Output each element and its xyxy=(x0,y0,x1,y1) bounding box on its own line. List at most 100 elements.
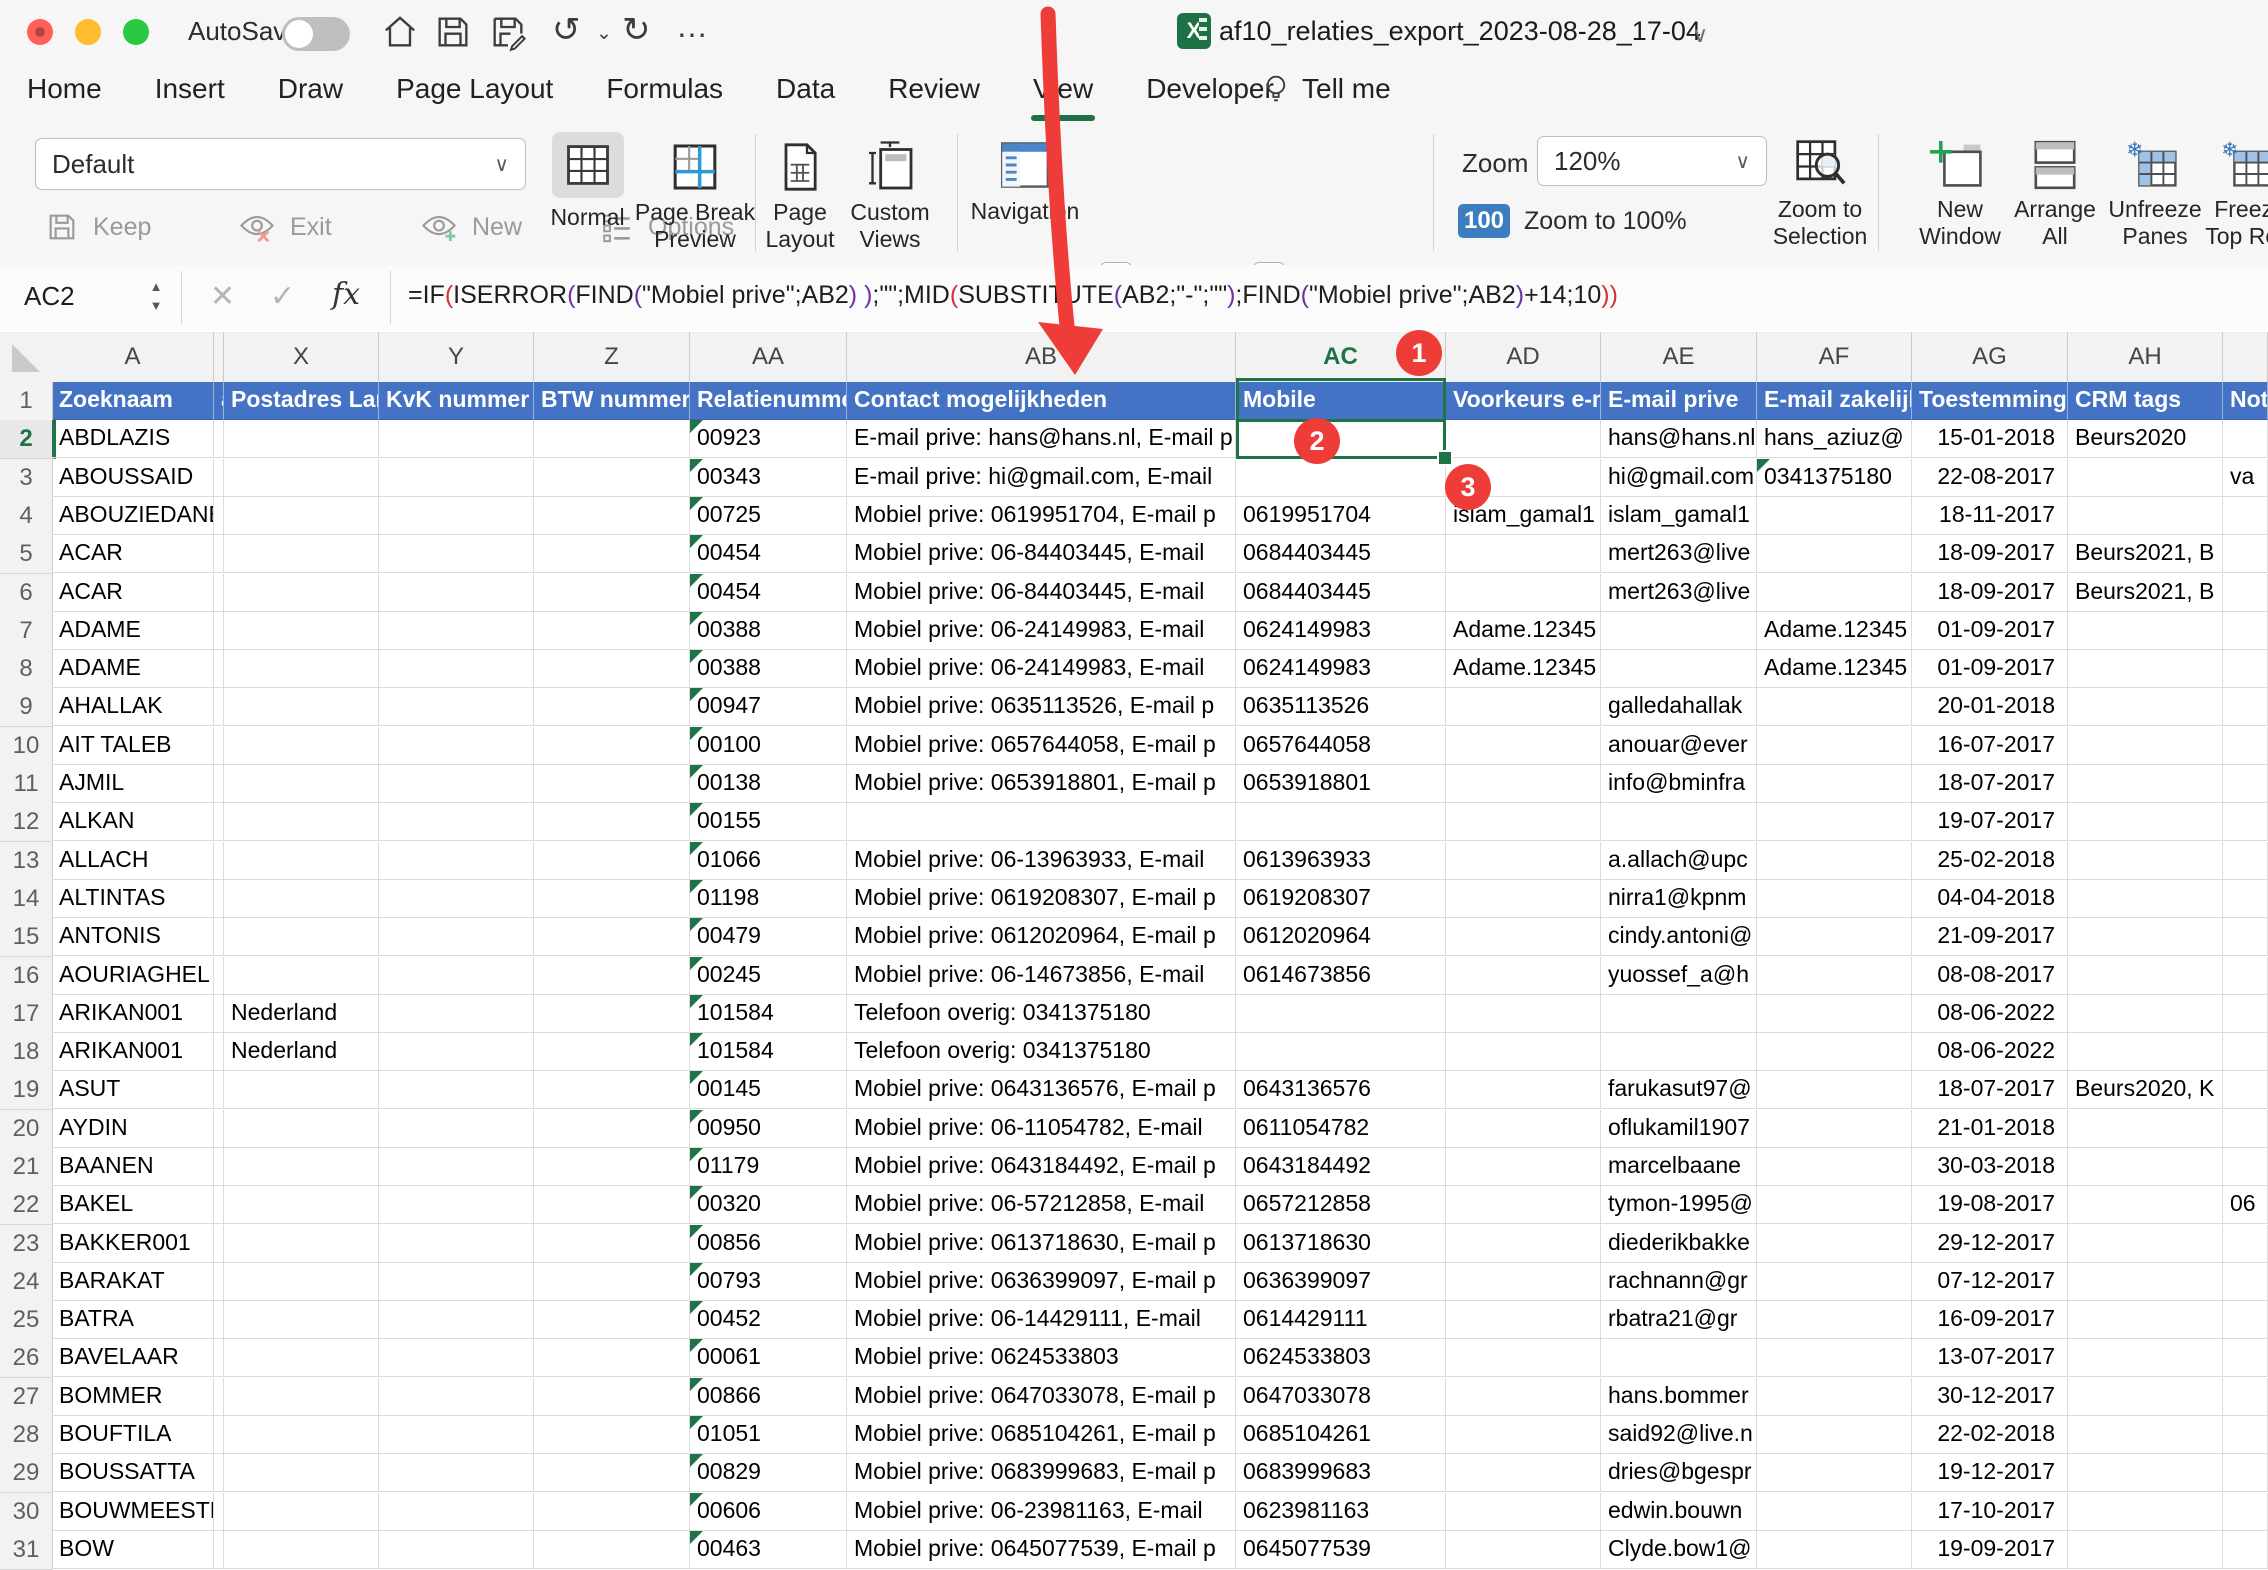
cell-AD25[interactable] xyxy=(1446,1301,1601,1339)
cell-AF27[interactable] xyxy=(1757,1378,1912,1416)
cell-AA9[interactable]: 00947 xyxy=(690,688,847,726)
cell-AA26[interactable]: 00061 xyxy=(690,1339,847,1377)
cell-AC9[interactable]: 0635113526 xyxy=(1236,688,1446,726)
cell-AF22[interactable] xyxy=(1757,1186,1912,1224)
cell-AA22[interactable]: 00320 xyxy=(690,1186,847,1224)
cell-Z26[interactable] xyxy=(534,1339,690,1377)
cell-Z28[interactable] xyxy=(534,1416,690,1454)
header-cell-hid1[interactable]: a xyxy=(214,382,224,420)
cell-AC16[interactable]: 0614673856 xyxy=(1236,957,1446,995)
cell-hid10[interactable] xyxy=(214,727,224,765)
cell-AE29[interactable]: dries@bgespr xyxy=(1601,1454,1757,1492)
autosave-toggle[interactable] xyxy=(282,17,350,51)
cell-AE21[interactable]: marcelbaane xyxy=(1601,1148,1757,1186)
cell-AG3[interactable]: 22-08-2017 xyxy=(1912,459,2068,497)
cell-Z3[interactable] xyxy=(534,459,690,497)
cell-AE19[interactable]: farukasut97@ xyxy=(1601,1071,1757,1109)
cell-AG22[interactable]: 19-08-2017 xyxy=(1912,1186,2068,1224)
cell-AF3[interactable]: 0341375180 xyxy=(1757,459,1912,497)
cell-AD10[interactable] xyxy=(1446,727,1601,765)
cell-A5[interactable]: ACAR xyxy=(52,535,214,573)
cell-hid23[interactable] xyxy=(214,1225,224,1263)
cell-AA17[interactable]: 101584 xyxy=(690,995,847,1033)
cell-AF8[interactable]: Adame.12345 xyxy=(1757,650,1912,688)
cell-AC15[interactable]: 0612020964 xyxy=(1236,918,1446,956)
cell-AA5[interactable]: 00454 xyxy=(690,535,847,573)
cell-AB23[interactable]: Mobiel prive: 0613718630, E-mail p xyxy=(847,1225,1236,1263)
title-chevron-down-icon[interactable]: ∨ xyxy=(1692,22,1708,48)
row-header-9[interactable]: 9 xyxy=(0,688,53,727)
cell-AD27[interactable] xyxy=(1446,1378,1601,1416)
cell-Z2[interactable] xyxy=(534,420,690,458)
cell-X24[interactable] xyxy=(224,1263,379,1301)
cell-AF18[interactable] xyxy=(1757,1033,1912,1071)
cell-A10[interactable]: AIT TALEB xyxy=(52,727,214,765)
cell-X15[interactable] xyxy=(224,918,379,956)
cell-AG20[interactable]: 21-01-2018 xyxy=(1912,1110,2068,1148)
cell-AA6[interactable]: 00454 xyxy=(690,574,847,612)
cell-AD18[interactable] xyxy=(1446,1033,1601,1071)
cell-AG18[interactable]: 08-06-2022 xyxy=(1912,1033,2068,1071)
cell-X14[interactable] xyxy=(224,880,379,918)
cell-XX21[interactable] xyxy=(2223,1148,2268,1186)
cell-X20[interactable] xyxy=(224,1110,379,1148)
cell-X26[interactable] xyxy=(224,1339,379,1377)
cell-AF25[interactable] xyxy=(1757,1301,1912,1339)
cell-AD29[interactable] xyxy=(1446,1454,1601,1492)
cell-AF28[interactable] xyxy=(1757,1416,1912,1454)
cell-Y3[interactable] xyxy=(379,459,534,497)
cell-XX19[interactable] xyxy=(2223,1071,2268,1109)
cell-AC4[interactable]: 0619951704 xyxy=(1236,497,1446,535)
cell-Y7[interactable] xyxy=(379,612,534,650)
cell-Y30[interactable] xyxy=(379,1493,534,1531)
cell-AC27[interactable]: 0647033078 xyxy=(1236,1378,1446,1416)
select-all-corner[interactable] xyxy=(0,332,53,383)
header-cell-AA1[interactable]: Relatienummer xyxy=(690,382,847,420)
row-header-12[interactable]: 12 xyxy=(0,803,53,842)
cell-A11[interactable]: AJMIL xyxy=(52,765,214,803)
header-cell-Z1[interactable]: BTW nummer xyxy=(534,382,690,420)
cell-X6[interactable] xyxy=(224,574,379,612)
cell-AD9[interactable] xyxy=(1446,688,1601,726)
cell-AC17[interactable] xyxy=(1236,995,1446,1033)
cell-A28[interactable]: BOUFTILA xyxy=(52,1416,214,1454)
cell-AC19[interactable]: 0643136576 xyxy=(1236,1071,1446,1109)
fullscreen-window-button[interactable] xyxy=(123,19,149,45)
row-header-24[interactable]: 24 xyxy=(0,1263,53,1302)
cell-X5[interactable] xyxy=(224,535,379,573)
header-cell-AF1[interactable]: E-mail zakelijk xyxy=(1757,382,1912,420)
cell-X30[interactable] xyxy=(224,1493,379,1531)
cell-AE9[interactable]: galledahallak xyxy=(1601,688,1757,726)
cell-AG16[interactable]: 08-08-2017 xyxy=(1912,957,2068,995)
cell-Z31[interactable] xyxy=(534,1531,690,1569)
cell-AF2[interactable]: hans_aziuz@ xyxy=(1757,420,1912,458)
cell-XX7[interactable] xyxy=(2223,612,2268,650)
cell-AB24[interactable]: Mobiel prive: 0636399097, E-mail p xyxy=(847,1263,1236,1301)
cell-AH24[interactable] xyxy=(2068,1263,2223,1301)
cell-hid24[interactable] xyxy=(214,1263,224,1301)
cell-AB29[interactable]: Mobiel prive: 0683999683, E-mail p xyxy=(847,1454,1236,1492)
cell-AF30[interactable] xyxy=(1757,1493,1912,1531)
column-header-X[interactable]: X xyxy=(224,332,379,383)
cell-A6[interactable]: ACAR xyxy=(52,574,214,612)
cell-AH27[interactable] xyxy=(2068,1378,2223,1416)
cell-Y12[interactable] xyxy=(379,803,534,841)
cell-A9[interactable]: AHALLAK xyxy=(52,688,214,726)
cell-A26[interactable]: BAVELAAR xyxy=(52,1339,214,1377)
row-header-4[interactable]: 4 xyxy=(0,497,53,536)
cell-AH9[interactable] xyxy=(2068,688,2223,726)
cell-AG5[interactable]: 18-09-2017 xyxy=(1912,535,2068,573)
cell-AA23[interactable]: 00856 xyxy=(690,1225,847,1263)
cell-AA3[interactable]: 00343 xyxy=(690,459,847,497)
cell-AD2[interactable] xyxy=(1446,420,1601,458)
cell-XX11[interactable] xyxy=(2223,765,2268,803)
cell-hid17[interactable] xyxy=(214,995,224,1033)
cell-hid6[interactable] xyxy=(214,574,224,612)
cell-Z15[interactable] xyxy=(534,918,690,956)
cell-AA13[interactable]: 01066 xyxy=(690,842,847,880)
cell-AH3[interactable] xyxy=(2068,459,2223,497)
cell-hid28[interactable] xyxy=(214,1416,224,1454)
cell-AB21[interactable]: Mobiel prive: 0643184492, E-mail p xyxy=(847,1148,1236,1186)
cell-hid19[interactable] xyxy=(214,1071,224,1109)
navigation-button[interactable]: Navigation xyxy=(950,136,1100,225)
